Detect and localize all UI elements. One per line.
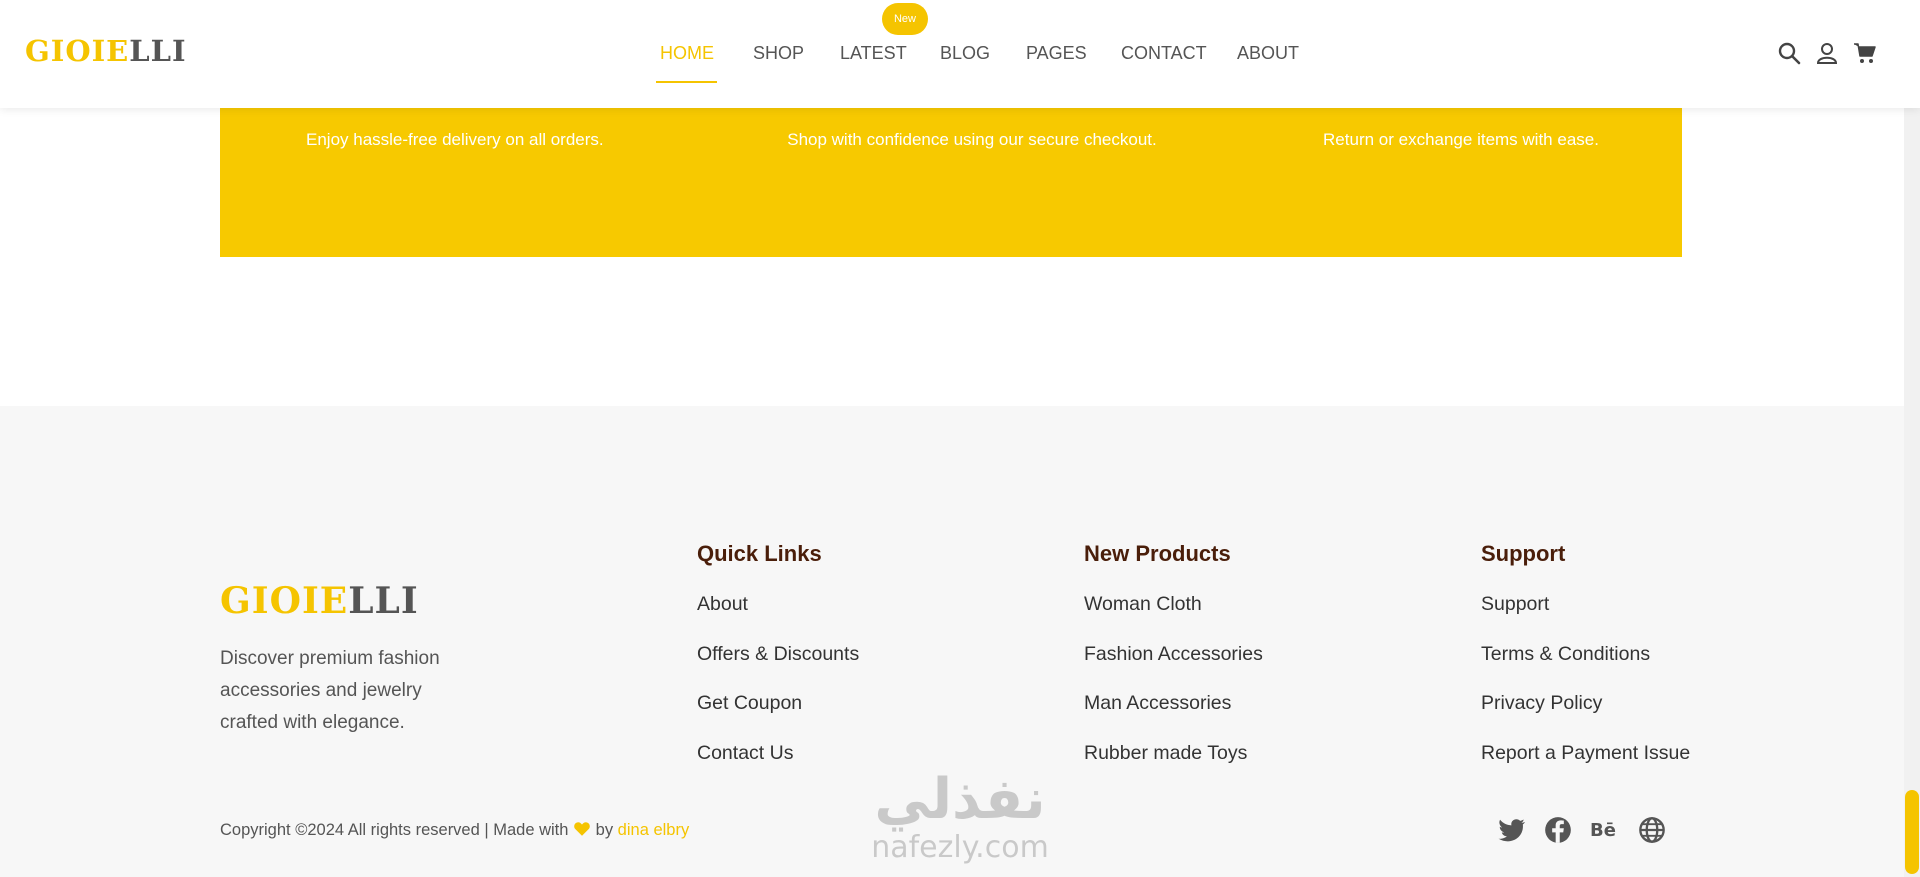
footer-link-man-accessories[interactable]: Man Accessories	[1084, 692, 1231, 715]
facebook-icon[interactable]	[1544, 816, 1572, 844]
nav-latest[interactable]: LATEST	[840, 43, 907, 64]
footer-link-woman-cloth[interactable]: Woman Cloth	[1084, 593, 1202, 616]
footer-link-fashion-accessories[interactable]: Fashion Accessories	[1084, 643, 1263, 666]
watermark: نفذلي nafezly.com	[850, 770, 1070, 877]
new-products-title: New Products	[1084, 541, 1231, 566]
nav-shop[interactable]: SHOP	[753, 43, 804, 64]
new-badge: New	[882, 3, 928, 35]
watermark-latin: nafezly.com	[871, 830, 1049, 865]
svg-text:Bē: Bē	[1590, 820, 1616, 841]
cart-icon[interactable]	[1853, 41, 1877, 65]
nav-blog[interactable]: BLOG	[940, 43, 990, 64]
globe-icon[interactable]	[1638, 816, 1666, 844]
copyright: Copyright ©2024 All rights reserved | Ma…	[220, 820, 689, 840]
nav-home[interactable]: HOME	[660, 43, 714, 64]
footer-link-offers[interactable]: Offers & Discounts	[697, 643, 859, 666]
footer-link-contact[interactable]: Contact Us	[697, 742, 793, 765]
scrollbar-track[interactable]	[1904, 0, 1920, 877]
nav-active-underline	[656, 81, 717, 83]
footer-link-support[interactable]: Support	[1481, 593, 1549, 616]
main-nav: HOME SHOP LATEST New BLOG PAGES CONTACT …	[0, 0, 1920, 108]
author-link[interactable]: dina elbry	[618, 821, 690, 839]
footer-link-payment-issue[interactable]: Report a Payment Issue	[1481, 742, 1690, 765]
footer-description: Discover premium fashion accessories and…	[220, 648, 440, 733]
footer-link-privacy[interactable]: Privacy Policy	[1481, 692, 1602, 715]
copyright-by: by	[595, 821, 614, 839]
footer-link-coupon[interactable]: Get Coupon	[697, 692, 802, 715]
quick-links-title: Quick Links	[697, 541, 822, 566]
feature-text-delivery: Enjoy hassle-free delivery on all orders…	[306, 130, 604, 149]
footer-logo[interactable]: GIOIELLI	[220, 580, 419, 622]
footer-logo-part-2: LLI	[348, 580, 419, 622]
footer-link-about[interactable]: About	[697, 593, 748, 616]
footer-link-rubber-toys[interactable]: Rubber made Toys	[1084, 742, 1247, 765]
copyright-text: Copyright ©2024 All rights reserved | Ma…	[220, 821, 569, 839]
user-icon[interactable]	[1815, 41, 1839, 65]
nav-contact[interactable]: CONTACT	[1121, 43, 1207, 64]
support-title: Support	[1481, 541, 1566, 566]
feature-text-secure: Shop with confidence using our secure ch…	[787, 130, 1157, 149]
nav-pages[interactable]: PAGES	[1026, 43, 1087, 64]
search-icon[interactable]	[1777, 41, 1801, 65]
scroll-to-top-thumb[interactable]	[1905, 790, 1919, 874]
watermark-arabic: نفذلي	[874, 767, 1046, 832]
footer-link-terms[interactable]: Terms & Conditions	[1481, 643, 1650, 666]
site-header: GIOIELLI HOME SHOP LATEST New BLOG PAGES…	[0, 0, 1920, 108]
feature-text-return: Return or exchange items with ease.	[1323, 130, 1599, 149]
nav-about[interactable]: ABOUT	[1237, 43, 1299, 64]
behance-icon[interactable]: Bē	[1590, 816, 1618, 844]
footer-logo-part-1: GIOIE	[220, 580, 349, 622]
heart-icon	[574, 822, 590, 836]
twitter-icon[interactable]	[1498, 816, 1526, 844]
